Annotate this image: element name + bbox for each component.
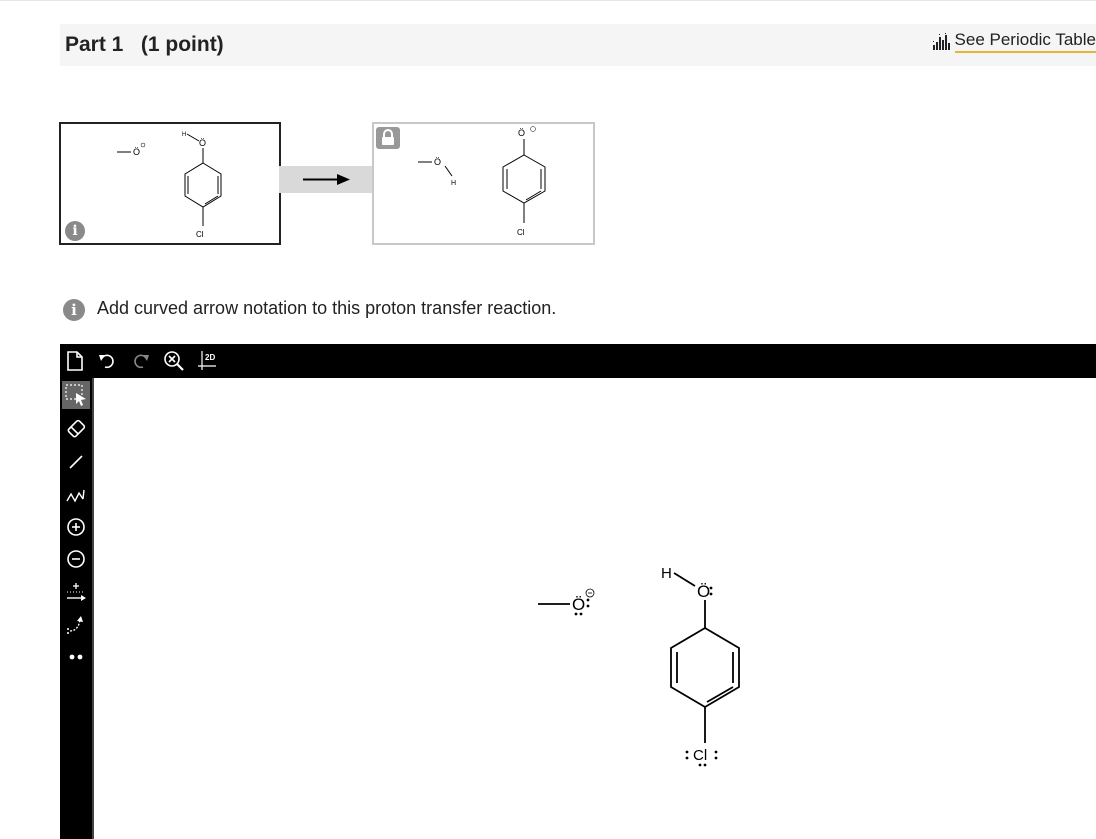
products-structure: Ö H Ö Cl xyxy=(418,126,546,237)
right-arrow-icon xyxy=(303,174,350,185)
preview-methoxide-o: Ö xyxy=(133,147,140,157)
periodic-table-label: See Periodic Table xyxy=(954,30,1096,53)
preview-methanol-o: Ö xyxy=(434,157,441,167)
instruction-text: Add curved arrow notation to this proton… xyxy=(97,298,557,318)
eraser-icon[interactable] xyxy=(62,415,90,443)
part-title: Part 1 (1 point) xyxy=(65,33,224,56)
reactants-preview[interactable]: Ö H Ö Cl i xyxy=(59,122,281,245)
single-bond-icon[interactable] xyxy=(62,448,90,476)
reactants-structure: Ö H Ö Cl xyxy=(117,132,222,239)
new-document-icon[interactable] xyxy=(64,350,86,372)
phenol-cl-atom: Cl xyxy=(693,747,707,764)
lock-icon xyxy=(376,127,400,149)
phenol-h-atom: H xyxy=(661,565,672,582)
preview-phenol-o: Ö xyxy=(199,138,206,148)
chart-bars-icon xyxy=(932,32,950,50)
curved-arrow-icon[interactable] xyxy=(62,611,90,639)
selection-tool-icon[interactable] xyxy=(62,381,90,409)
negative-charge-icon[interactable] xyxy=(62,545,90,573)
electron-pair-icon[interactable] xyxy=(62,646,90,668)
products-preview: Ö H Ö Cl xyxy=(372,122,595,245)
undo-icon[interactable] xyxy=(96,350,118,372)
instruction-info-icon: i xyxy=(63,299,85,321)
clean-2d-label: 2D xyxy=(205,353,215,362)
phenol-o-atom: Ö xyxy=(697,582,710,601)
preview-phenol-cl: Cl xyxy=(196,230,204,239)
preview-phenoxide-o: Ö xyxy=(518,128,525,138)
preview-phenoxide-cl: Cl xyxy=(517,228,525,237)
canvas-molecules: Ö H Ö Cl xyxy=(538,565,740,767)
top-divider xyxy=(0,0,1096,1)
info-icon[interactable]: i xyxy=(65,221,85,241)
sketcher-toolbar: 2D xyxy=(60,344,1096,378)
reaction-arrow-icon[interactable] xyxy=(62,578,90,606)
methoxide-o-atom: Ö xyxy=(572,595,585,614)
preview-methanol-h: H xyxy=(451,180,456,187)
zoom-reset-icon[interactable] xyxy=(162,349,186,373)
positive-charge-icon[interactable] xyxy=(62,513,90,541)
reaction-arrow-band xyxy=(279,166,372,193)
sketcher-sidebar xyxy=(60,378,92,839)
clean-2d-icon[interactable]: 2D xyxy=(196,349,222,373)
periodic-table-link[interactable]: See Periodic Table xyxy=(932,30,1096,53)
redo-icon[interactable] xyxy=(130,350,152,372)
preview-phenol-h: H xyxy=(182,132,186,138)
chain-icon[interactable] xyxy=(62,481,90,509)
drawing-canvas[interactable]: Ö H Ö Cl xyxy=(94,378,1096,839)
